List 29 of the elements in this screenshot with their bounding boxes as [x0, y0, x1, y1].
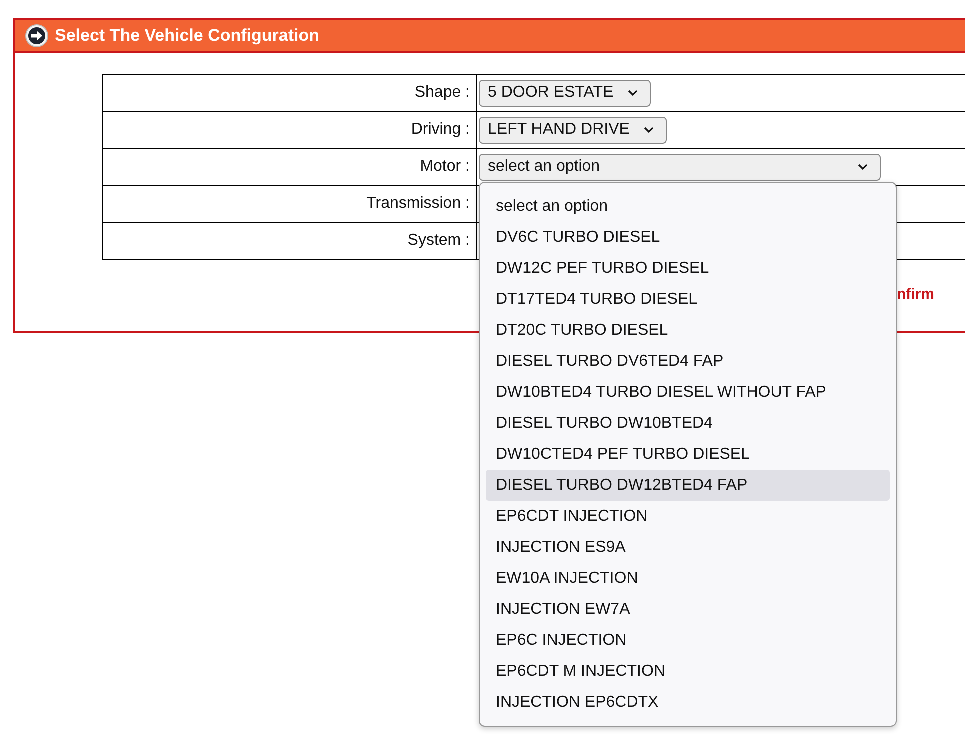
- field-label: Transmission :: [366, 195, 470, 212]
- dropdown-option[interactable]: DW10CTED4 PEF TURBO DIESEL: [486, 438, 890, 470]
- dropdown-option[interactable]: EP6C INJECTION: [486, 624, 890, 656]
- chevron-down-icon: [858, 164, 868, 170]
- dropdown-option[interactable]: INJECTION EP6CDTX: [486, 686, 890, 718]
- field-label: Shape :: [414, 84, 470, 101]
- dropdown-option[interactable]: EP6CDT INJECTION: [486, 500, 890, 532]
- field-label: System :: [408, 232, 470, 249]
- select-dropdown[interactable]: select an option: [479, 154, 881, 180]
- dropdown-option[interactable]: DT20C TURBO DIESEL: [486, 314, 890, 346]
- field-label: Motor :: [420, 158, 470, 175]
- dropdown-option[interactable]: DT17TED4 TURBO DIESEL: [486, 284, 890, 314]
- dropdown-option[interactable]: EW10A INJECTION: [486, 562, 890, 594]
- dropdown-option[interactable]: EP6CDT M INJECTION: [486, 656, 890, 686]
- arrow-right-icon: [25, 24, 49, 48]
- confirm-link[interactable]: nfirm: [897, 286, 934, 303]
- dropdown-option[interactable]: DW10BTED4 TURBO DIESEL WITHOUT FAP: [486, 376, 890, 408]
- field-label: Driving :: [411, 121, 470, 138]
- chevron-down-icon: [628, 90, 638, 96]
- panel-title: Select The Vehicle Configuration: [55, 26, 320, 46]
- dropdown-option[interactable]: INJECTION ES9A: [486, 532, 890, 562]
- select-dropdown[interactable]: 5 DOOR ESTATE: [479, 80, 651, 106]
- dropdown-option[interactable]: INJECTION EW7A: [486, 594, 890, 624]
- select-dropdown[interactable]: LEFT HAND DRIVE: [479, 116, 667, 144]
- dropdown-option[interactable]: DIESEL TURBO DV6TED4 FAP: [486, 346, 890, 376]
- chevron-down-icon: [644, 127, 654, 133]
- dropdown-option[interactable]: DW12C PEF TURBO DIESEL: [486, 252, 890, 284]
- dropdown-option[interactable]: DIESEL TURBO DW12BTED4 FAP: [486, 470, 890, 500]
- dropdown-option[interactable]: DIESEL TURBO DW10BTED4: [486, 408, 890, 438]
